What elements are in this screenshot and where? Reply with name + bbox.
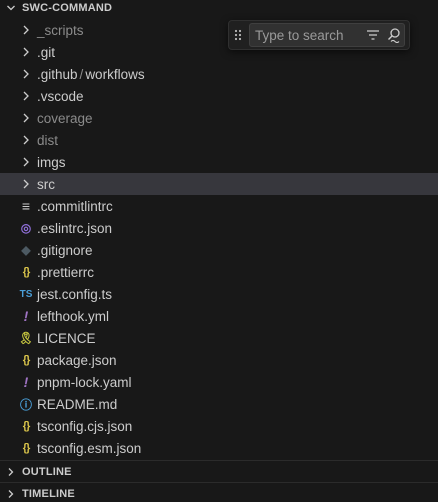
tree-find-widget [228,20,410,50]
info-icon: ⓘ [19,397,32,412]
chevron-right-icon [20,85,32,107]
braces-icon: {} [22,266,31,278]
file-row[interactable]: {} tsconfig.esm.json [0,437,438,459]
tree-item-label: _scripts [37,22,84,38]
fuzzy-match-icon[interactable] [385,25,405,45]
file-row[interactable]: ⓘ README.md [0,393,438,415]
explorer-title: SWC-COMMAND [22,2,113,14]
yaml-icon: ! [23,374,29,390]
chevron-right-icon [20,129,32,151]
tree-item-label: .eslintrc.json [37,220,113,236]
timeline-section-header[interactable]: TIMELINE [0,482,438,502]
chevron-right-icon [20,173,32,195]
git-icon: ◆ [21,243,31,257]
drag-handle-icon[interactable] [229,20,247,50]
chevron-down-icon [0,0,22,19]
folder-row[interactable]: coverage [0,107,438,129]
tree-item-label: src [37,176,55,192]
folder-row[interactable]: .github / workflows [0,63,438,85]
file-row[interactable]: {} tsconfig.cjs.json [0,415,438,437]
tree-item-label: tsconfig.cjs.json [37,418,133,434]
chevron-right-icon [0,483,22,502]
tree-item-label: jest.config.ts [37,286,113,302]
chevron-right-icon [20,63,32,85]
chevron-right-icon [20,107,32,129]
path-separator: / [79,66,84,82]
eslint-icon: ◎ [20,221,32,235]
tree-item-label-compact: workflows [85,66,145,82]
chevron-right-icon [20,151,32,173]
tree-item-label: package.json [37,352,117,368]
tree-item-label: .git [37,44,56,60]
file-row[interactable]: ◆ .gitignore [0,239,438,261]
search-input[interactable] [255,25,361,45]
file-row[interactable]: TS jest.config.ts [0,283,438,305]
file-row[interactable]: ! lefthook.yml [0,305,438,327]
outline-title: OUTLINE [22,465,72,478]
tree-item-label: imgs [37,154,66,170]
chevron-right-icon [20,41,32,63]
chevron-right-icon [0,461,22,483]
braces-icon: {} [22,442,31,454]
outline-section-header[interactable]: OUTLINE [0,460,438,482]
typescript-icon: TS [19,288,33,300]
file-row[interactable]: 🎗 LICENCE [0,327,438,349]
file-row[interactable]: {} package.json [0,349,438,371]
search-box [249,23,405,47]
tree-item-label: README.md [37,396,118,412]
folder-row[interactable]: dist [0,129,438,151]
file-row[interactable]: ! pnpm-lock.yaml [0,371,438,393]
file-row[interactable]: ◎ .eslintrc.json [0,217,438,239]
tree-item-label: .github [37,66,78,82]
tree-item-label: .gitignore [37,242,93,258]
tree-item-label: pnpm-lock.yaml [37,374,132,390]
tree-item-label: .commitlintrc [37,198,113,214]
tree-item-label: LICENCE [37,330,96,346]
folder-row[interactable]: .vscode [0,85,438,107]
file-row[interactable]: {} .prettierrc [0,261,438,283]
tree-item-label: .prettierrc [37,264,95,280]
tree-item-label: .vscode [37,88,84,104]
explorer-panel: SWC-COMMAND _scripts .git .github / workflow… [0,0,438,502]
folder-row[interactable]: imgs [0,151,438,173]
filter-icon[interactable] [363,25,383,45]
braces-icon: {} [22,420,31,432]
yaml-icon: ! [23,308,29,324]
tree-item-label: coverage [37,110,93,126]
folder-row[interactable]: src [0,173,438,195]
license-icon: 🎗 [18,331,34,345]
tree-item-label: lefthook.yml [37,308,110,324]
timeline-title: TIMELINE [22,487,75,500]
file-row[interactable]: ≡ .commitlintrc [0,195,438,217]
tree-item-label: dist [37,132,59,148]
braces-icon: {} [22,354,31,366]
chevron-right-icon [20,19,32,41]
explorer-section-header[interactable]: SWC-COMMAND [0,0,438,19]
lines-icon: ≡ [21,198,31,214]
tree-item-label: tsconfig.esm.json [37,440,142,456]
